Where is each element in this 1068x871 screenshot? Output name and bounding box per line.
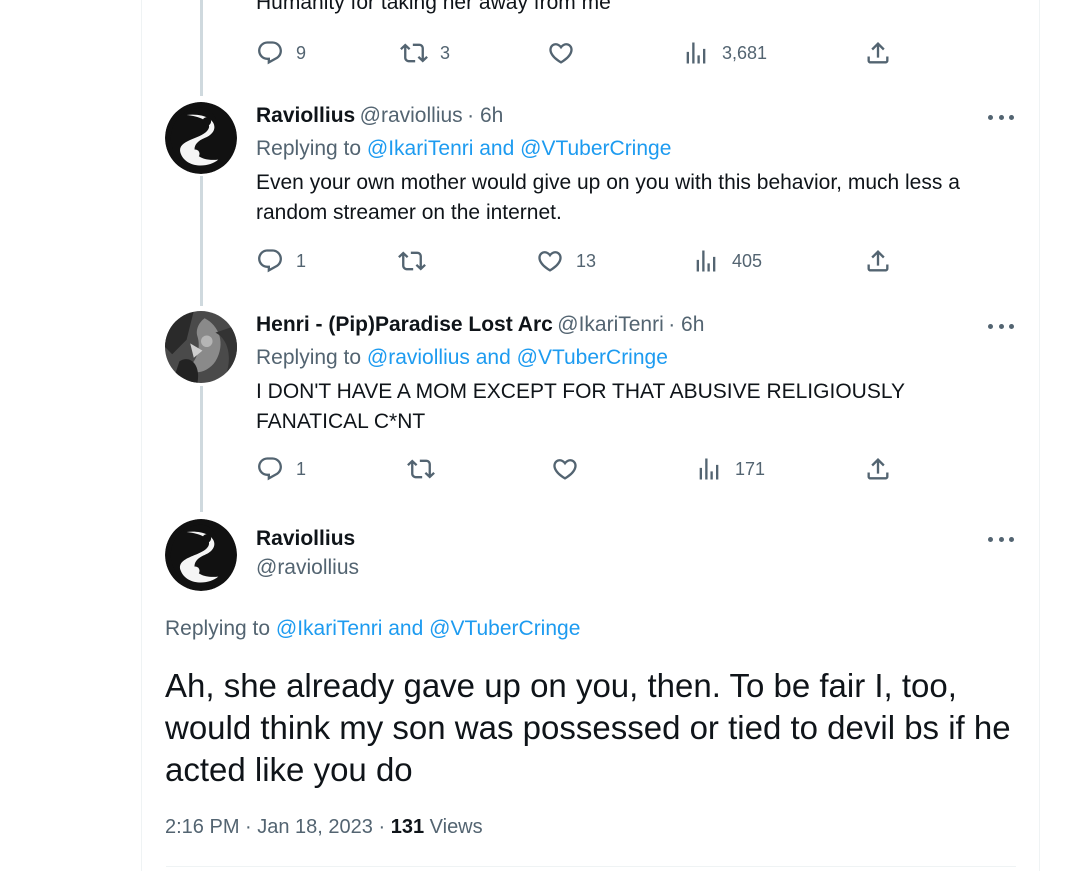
views-button[interactable]: 3,681 <box>682 39 767 67</box>
handle[interactable]: @raviollius <box>256 556 359 580</box>
more-button[interactable] <box>988 534 1014 544</box>
replying-to: Replying to @IkariTenri and @VTuberCring… <box>256 137 671 161</box>
replying-to-links[interactable]: @IkariTenri and @VTuberCringe <box>276 617 580 640</box>
tweet-header: Raviollius @raviollius · 6h <box>256 104 503 128</box>
views-label: Views <box>429 816 483 838</box>
replying-to-links[interactable]: @IkariTenri and @VTuberCringe <box>367 137 671 160</box>
more-icon-dot <box>1009 114 1014 120</box>
thread-line <box>200 176 203 306</box>
retweet-icon <box>407 455 435 483</box>
replying-to-label: Replying to <box>256 137 362 160</box>
reply-icon <box>256 455 284 483</box>
display-name[interactable]: Henri - (Pip)Paradise Lost Arc <box>256 313 553 336</box>
heart-icon <box>551 455 579 483</box>
reply-count: 1 <box>296 458 307 479</box>
replying-to-label: Replying to <box>165 617 271 640</box>
display-name[interactable]: Raviollius <box>256 104 355 127</box>
more-icon-dot <box>998 536 1004 542</box>
retweet-icon <box>400 39 428 67</box>
share-icon <box>864 455 892 483</box>
reply-icon <box>256 247 284 275</box>
like-count: 13 <box>576 250 597 271</box>
more-icon <box>988 114 993 120</box>
heart-icon <box>547 39 575 67</box>
timestamp[interactable]: · 6h <box>668 313 704 336</box>
retweet-count: 3 <box>440 42 451 63</box>
retweet-button[interactable] <box>398 247 438 275</box>
tweet-header: Henri - (Pip)Paradise Lost Arc @IkariTen… <box>256 313 704 337</box>
replying-to: Replying to @IkariTenri and @VTuberCring… <box>165 617 580 641</box>
more-icon <box>988 323 993 329</box>
more-icon-dot <box>1009 536 1014 542</box>
reply-count: 9 <box>296 42 307 63</box>
timestamp[interactable]: · 6h <box>467 104 503 127</box>
more-icon-dot <box>998 114 1004 120</box>
tweet-text: Humanity for taking her away from me <box>256 0 611 14</box>
views-button[interactable]: 171 <box>695 455 765 483</box>
thread-line <box>200 0 203 96</box>
views-icon <box>682 39 710 67</box>
timestamp[interactable]: 2:16 PM · Jan 18, 2023 · <box>165 816 385 838</box>
like-button[interactable] <box>547 39 587 67</box>
more-icon-dot <box>1009 323 1014 329</box>
avatar[interactable] <box>165 102 237 174</box>
retweet-icon <box>398 247 426 275</box>
retweet-button[interactable] <box>407 455 447 483</box>
replying-to-label: Replying to <box>256 346 362 369</box>
share-button[interactable] <box>864 39 892 67</box>
views-icon <box>692 247 720 275</box>
tweet-text: I DON'T HAVE A MOM EXCEPT FOR THAT ABUSI… <box>256 380 905 433</box>
handle[interactable]: @raviollius <box>360 104 463 127</box>
reply-count: 1 <box>296 250 307 271</box>
reply-button[interactable]: 9 <box>256 39 306 67</box>
views-count: 131 <box>390 816 425 838</box>
main-tweet-text: Ah, she already gave up on you, then. To… <box>165 667 1011 788</box>
more-button[interactable] <box>988 112 1014 122</box>
replying-to-links[interactable]: @raviollius and @VTuberCringe <box>367 346 668 369</box>
views-button[interactable]: 405 <box>692 247 762 275</box>
replying-to: Replying to @raviollius and @VTuberCring… <box>256 346 668 370</box>
retweet-button[interactable]: 3 <box>400 39 450 67</box>
like-button[interactable]: 13 <box>536 247 596 275</box>
reply-icon <box>256 39 284 67</box>
thread-line <box>200 386 203 512</box>
tweet-text: Even your own mother would give up on yo… <box>256 171 960 224</box>
share-icon <box>864 39 892 67</box>
views-count: 405 <box>732 250 763 271</box>
avatar[interactable] <box>165 311 237 383</box>
share-button[interactable] <box>864 247 892 275</box>
views-icon <box>695 455 723 483</box>
more-icon-dot <box>998 323 1004 329</box>
avatar[interactable] <box>165 519 237 591</box>
divider <box>166 866 1016 867</box>
like-button[interactable] <box>551 455 591 483</box>
tweet-meta: 2:16 PM · Jan 18, 2023 · 131 Views <box>165 816 483 839</box>
views-count: 3,681 <box>722 42 768 63</box>
more-icon <box>988 536 993 542</box>
heart-icon <box>536 247 564 275</box>
share-button[interactable] <box>864 455 892 483</box>
more-button[interactable] <box>988 321 1014 331</box>
reply-button[interactable]: 1 <box>256 247 306 275</box>
display-name[interactable]: Raviollius <box>256 527 355 551</box>
reply-button[interactable]: 1 <box>256 455 306 483</box>
share-icon <box>864 247 892 275</box>
views-count: 171 <box>735 458 766 479</box>
handle[interactable]: @IkariTenri <box>557 313 664 336</box>
